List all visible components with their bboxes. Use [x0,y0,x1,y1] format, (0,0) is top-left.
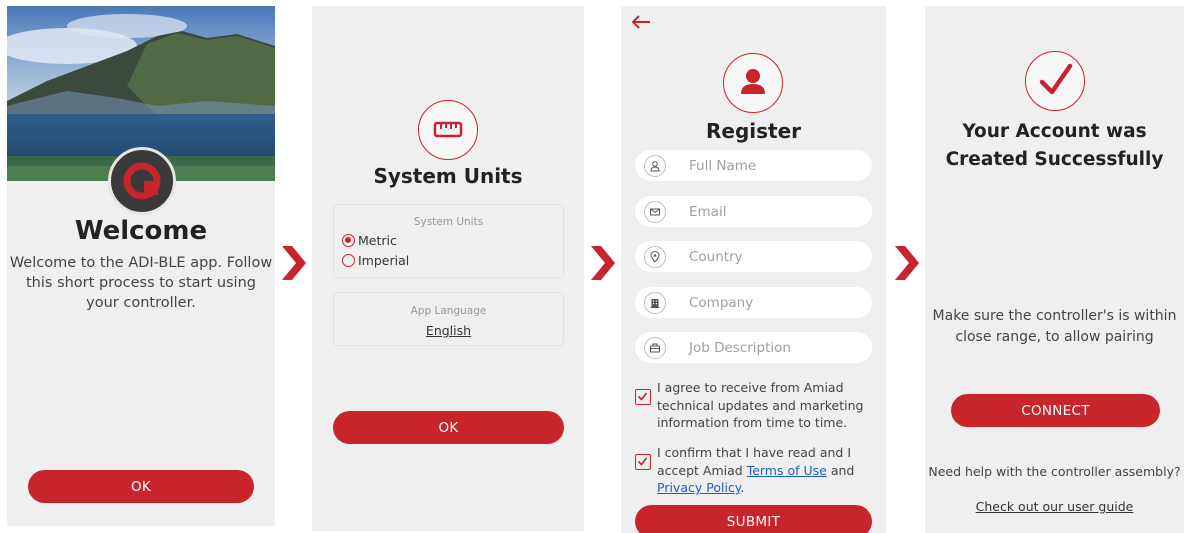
welcome-screen: Welcome Welcome to the ADI-BLE app. Foll… [7,6,275,526]
app-language-label: App Language [410,305,487,317]
radio-imperial[interactable]: Imperial [342,250,563,270]
units-icon-ring [418,100,478,160]
email-placeholder: Email [689,203,727,220]
consent-terms-text: I confirm that I have read and I accept … [657,444,875,497]
register-icon-ring [723,53,783,113]
system-units-card: System Units Metric Imperial [333,204,564,278]
success-title-line2: Created Successfully [945,149,1164,170]
job-description-field[interactable]: Job Description [635,332,872,363]
company-field[interactable]: Company [635,287,872,318]
consent-marketing[interactable]: I agree to receive from Amiad technical … [635,379,875,432]
arrow-left-icon[interactable] [630,12,652,32]
terms-of-use-link[interactable]: Terms of Use [747,463,827,478]
radio-metric-label: Metric [358,232,397,248]
pairing-instruction: Make sure the controller's is within clo… [932,308,1177,345]
system-units-screen: System Units System Units Metric Imperia… [312,6,584,531]
briefcase-icon [644,336,666,359]
radio-metric-dot[interactable] [342,233,355,247]
privacy-policy-link[interactable]: Privacy Policy [657,480,740,495]
connect-button[interactable]: CONNECT [951,394,1160,427]
app-language-value[interactable]: English [334,323,563,338]
checkmark-icon [637,392,648,401]
register-screen: Register Full Name Email Country Company… [621,6,886,533]
chevron-right-icon [282,246,306,280]
company-placeholder: Company [689,294,754,311]
system-units-label: System Units [413,216,484,228]
user-icon [741,69,765,94]
building-icon [644,291,666,314]
email-field[interactable]: Email [635,196,872,227]
account-created-screen: Your Account was Created Successfully Ma… [925,6,1184,533]
consent-terms-and: and [826,462,855,478]
consent-marketing-checkbox[interactable] [635,389,651,405]
mail-icon [644,200,666,223]
consent-terms[interactable]: I confirm that I have read and I accept … [635,444,875,497]
radio-metric[interactable]: Metric [342,230,563,250]
location-pin-icon [644,245,666,268]
radio-imperial-dot[interactable] [342,253,355,267]
full-name-placeholder: Full Name [689,157,757,174]
register-title: Register [705,119,802,143]
user-icon [644,154,666,177]
checkmark-icon [637,457,648,466]
success-title-line1: Your Account was [962,121,1147,142]
chevron-right-icon [895,246,919,280]
welcome-description: Welcome to the ADI-BLE app. Follow this … [9,255,273,311]
consent-terms-checkbox[interactable] [635,454,651,470]
job-description-placeholder: Job Description [689,339,791,356]
user-guide-link[interactable]: Check out our user guide [925,499,1184,514]
ruler-icon [433,121,463,138]
help-text: Need help with the controller assembly? [928,464,1181,479]
consent-marketing-text: I agree to receive from Amiad technical … [657,380,864,430]
welcome-ok-button[interactable]: OK [28,470,254,503]
welcome-title: Welcome [74,216,208,246]
success-icon-ring [1025,51,1085,111]
submit-button[interactable]: SUBMIT [635,505,872,533]
units-ok-button[interactable]: OK [333,411,564,444]
country-placeholder: Country [689,248,743,265]
checkmark-icon [1039,63,1073,95]
units-title: System Units [373,164,523,188]
success-title: Your Account was Created Successfully [925,118,1184,174]
full-name-field[interactable]: Full Name [635,150,872,181]
app-logo [108,147,176,215]
app-language-card[interactable]: App Language English [333,292,564,346]
chevron-right-icon [591,246,615,280]
consent-terms-suffix: . [740,480,745,495]
country-field[interactable]: Country [635,241,872,272]
amiad-logo-icon [123,162,161,200]
radio-imperial-label: Imperial [358,252,410,268]
